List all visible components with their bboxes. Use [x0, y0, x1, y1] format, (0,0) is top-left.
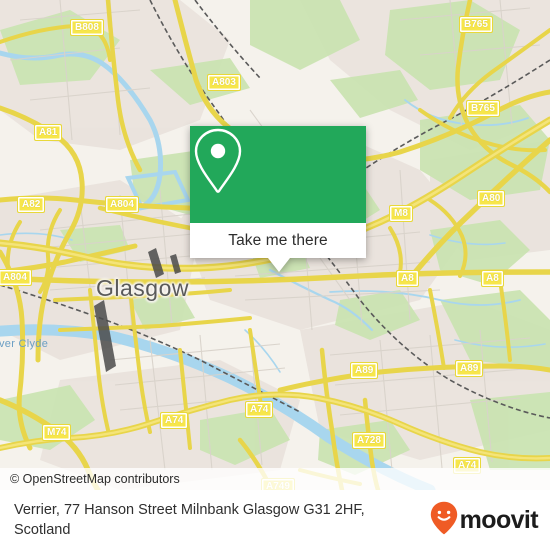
- road-shield-m74[interactable]: M74: [42, 424, 72, 441]
- address-text: Verrier, 77 Hanson Street Milnbank Glasg…: [14, 502, 365, 538]
- road-shield-a8-2[interactable]: A8: [481, 270, 504, 287]
- road-shield-b765[interactable]: B765: [459, 16, 493, 33]
- popup-header: [190, 126, 366, 223]
- road-shield-a89-2[interactable]: A89: [455, 360, 484, 377]
- map-attribution: © OpenStreetMap contributors: [0, 468, 550, 490]
- road-shield-a81[interactable]: A81: [34, 124, 63, 141]
- map-canvas[interactable]: Glasgow River Clyde B808 B765 A803 B765 …: [0, 0, 550, 490]
- road-shield-a804[interactable]: A804: [105, 196, 139, 213]
- water-label-river-clyde: River Clyde: [0, 338, 49, 350]
- popup-action-bar[interactable]: Take me there: [190, 223, 366, 272]
- road-shield-a8[interactable]: A8: [396, 270, 419, 287]
- moovit-wordmark: moovit: [459, 505, 539, 534]
- place-label-glasgow: Glasgow: [96, 275, 189, 301]
- caption-bar: Verrier, 77 Hanson Street Milnbank Glasg…: [0, 490, 550, 550]
- popup-tail: [268, 258, 290, 272]
- take-me-there-label: Take me there: [228, 231, 328, 249]
- screenshot-root: Glasgow River Clyde B808 B765 A803 B765 …: [0, 0, 550, 550]
- road-shield-a89[interactable]: A89: [350, 362, 379, 379]
- location-popup[interactable]: Take me there: [190, 126, 366, 272]
- road-shield-a804-2[interactable]: A804: [0, 269, 32, 286]
- road-shield-m8[interactable]: M8: [389, 205, 413, 222]
- moovit-pin-icon: [430, 501, 458, 540]
- road-shield-a74[interactable]: A74: [245, 401, 274, 418]
- road-shield-a82[interactable]: A82: [17, 196, 46, 213]
- moovit-logo[interactable]: moovit: [430, 501, 539, 540]
- road-shield-b808[interactable]: B808: [70, 19, 104, 36]
- road-shield-a74-2[interactable]: A74: [160, 412, 189, 429]
- road-shield-a80[interactable]: A80: [477, 190, 506, 207]
- road-shield-a728[interactable]: A728: [352, 432, 386, 449]
- road-shield-a803[interactable]: A803: [207, 74, 241, 91]
- road-shield-b765-2[interactable]: B765: [466, 100, 500, 117]
